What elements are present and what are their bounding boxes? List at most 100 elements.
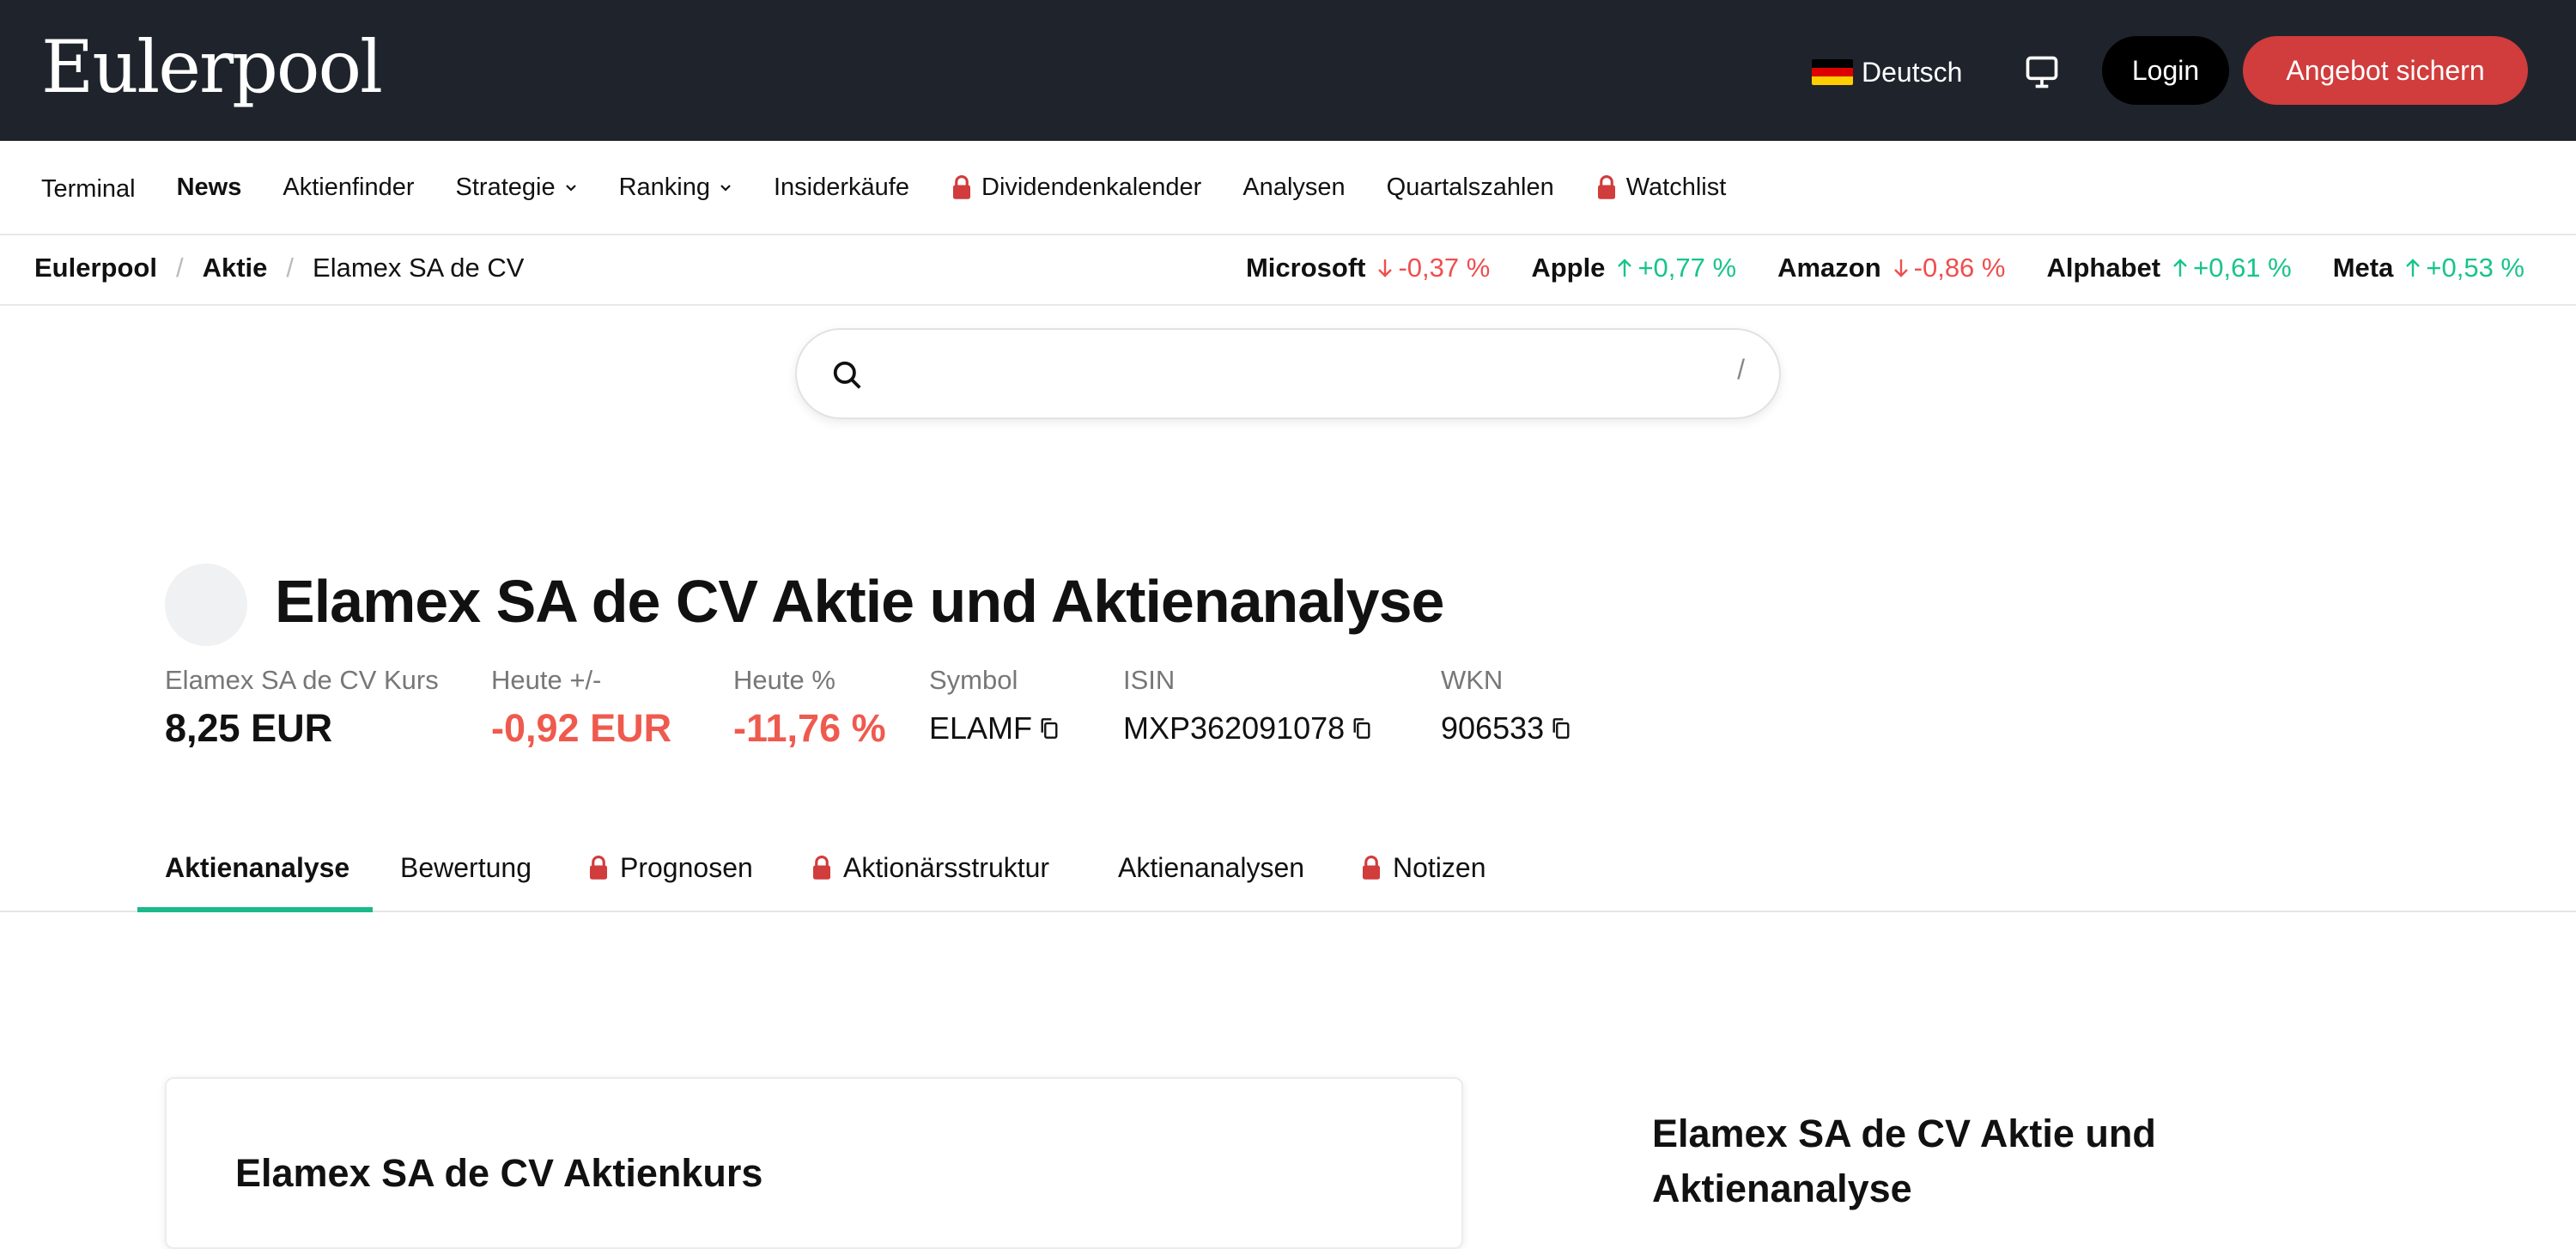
tab-label: Aktienanalyse <box>165 851 350 883</box>
stat-symbol: Symbol ELAMF <box>929 663 1060 752</box>
breadcrumb-item-aktie[interactable]: Aktie <box>203 253 268 283</box>
ticker-change: -0,86 % <box>1892 253 2006 283</box>
ticker-amazon[interactable]: Amazon -0,86 % <box>1777 253 2005 283</box>
lock-icon <box>953 174 970 199</box>
breadcrumb: Eulerpool / Aktie / Elamex SA de CV <box>34 253 524 283</box>
lock-icon <box>813 855 830 880</box>
tab-notizen[interactable]: Notizen <box>1360 825 1486 911</box>
ticker-name: Microsoft <box>1245 253 1366 283</box>
nav-item-analysen[interactable]: Analysen <box>1242 174 1345 202</box>
nav-label: Watchlist <box>1625 173 1727 201</box>
lock-icon <box>590 855 607 880</box>
stat-label: Elamex SA de CV Kurs <box>165 665 439 695</box>
nav-item-aktienfinder[interactable]: Aktienfinder <box>283 174 414 202</box>
breadcrumb-row: Eulerpool / Aktie / Elamex SA de CV Micr… <box>0 235 2576 306</box>
arrow-down-icon <box>1893 259 1908 277</box>
ticker-name: Apple <box>1531 253 1606 283</box>
tab-label: Prognosen <box>620 851 753 883</box>
symbol-value: ELAMF <box>929 710 1033 746</box>
copy-icon[interactable] <box>1551 717 1571 740</box>
nav-label: Insiderkäufe <box>774 173 909 201</box>
tab-aktionaersstruktur[interactable]: Aktionärsstruktur <box>811 825 1049 911</box>
search-icon <box>833 361 861 389</box>
stat-wkn: WKN 906533 <box>1441 663 1571 752</box>
ticker-alphabet[interactable]: Alphabet +0,61 % <box>2046 253 2291 283</box>
ticker-change: -0,37 % <box>1376 253 1490 283</box>
ticker-change-value: -0,37 % <box>1398 253 1491 283</box>
tab-label: Aktienanalysen <box>1118 851 1305 883</box>
search-shortcut-hint: / <box>1737 354 1745 385</box>
company-logo <box>165 564 247 646</box>
stat-label: Heute +/- <box>491 665 602 695</box>
tab-aktienanalyse[interactable]: Aktienanalyse <box>165 825 349 911</box>
chevron-down-icon <box>565 185 576 192</box>
offer-button[interactable]: Angebot sichern <box>2243 36 2528 105</box>
ticker-name: Alphabet <box>2046 253 2161 283</box>
ticker-change-value: +0,77 % <box>1637 253 1737 283</box>
nav-label: News <box>176 173 242 201</box>
search-input[interactable] <box>883 347 1638 402</box>
breadcrumb-item-eulerpool[interactable]: Eulerpool <box>34 253 157 283</box>
nav-item-strategie[interactable]: Strategie <box>456 174 578 202</box>
eulerpool-logo[interactable]: Eulerpool <box>41 24 383 110</box>
stat-label: WKN <box>1441 665 1504 695</box>
copy-icon[interactable] <box>1039 717 1060 740</box>
ticker-change: +0,61 % <box>2171 253 2292 283</box>
tab-aktienanalysen[interactable]: Aktienanalysen <box>1118 825 1304 911</box>
isin-value: MXP362091078 <box>1123 710 1346 746</box>
copy-icon[interactable] <box>1352 717 1372 740</box>
stat-label: Symbol <box>929 665 1018 695</box>
ticker-name: Meta <box>2332 253 2394 283</box>
ticker-change: +0,77 % <box>1615 253 1736 283</box>
ticker-microsoft[interactable]: Microsoft -0,37 % <box>1246 253 1490 283</box>
stat-value: -0,92 EUR <box>491 706 672 750</box>
language-selector[interactable]: Deutsch <box>1812 48 1962 96</box>
nav-item-ranking[interactable]: Ranking <box>619 174 732 202</box>
stock-tabs: Aktienanalyse Bewertung Prognosen Aktion… <box>0 825 2576 912</box>
side-heading: Elamex SA de CV Aktie und Aktienanalyse <box>1652 1112 2156 1210</box>
nav-item-insiderkaeufe[interactable]: Insiderkäufe <box>774 174 909 202</box>
stat-code: 906533 <box>1441 704 1571 752</box>
german-flag-icon <box>1812 59 1853 85</box>
nav-label: Ranking <box>618 173 710 201</box>
arrow-up-icon <box>2406 259 2421 277</box>
monitor-icon[interactable] <box>2023 53 2061 91</box>
lock-icon <box>1363 855 1380 880</box>
chevron-down-icon <box>720 185 731 192</box>
tab-label: Bewertung <box>400 851 532 883</box>
search-bar[interactable]: / <box>795 328 1781 419</box>
tab-bewertung[interactable]: Bewertung <box>400 825 532 911</box>
lock-icon <box>1597 174 1615 199</box>
nav-item-news[interactable]: News <box>177 174 242 202</box>
stat-change: Heute +/- -0,92 EUR <box>491 663 671 752</box>
stat-code: ELAMF <box>929 704 1060 752</box>
nav-label: Aktienfinder <box>283 173 415 201</box>
main-nav: Terminal News Aktienfinder Strategie Ran… <box>0 141 2576 235</box>
wkn-value: 906533 <box>1441 710 1545 746</box>
breadcrumb-separator: / <box>286 253 295 283</box>
nav-item-watchlist[interactable]: Watchlist <box>1595 173 1727 202</box>
stat-isin: ISIN MXP362091078 <box>1123 663 1372 752</box>
tab-prognosen[interactable]: Prognosen <box>587 825 753 911</box>
ticker-change: +0,53 % <box>2403 253 2524 283</box>
nav-item-quartalszahlen[interactable]: Quartalszahlen <box>1387 174 1554 202</box>
page-title: Elamex SA de CV Aktie und Aktienanalyse <box>275 568 1444 635</box>
ticker-apple[interactable]: Apple +0,77 % <box>1531 253 1736 283</box>
arrow-up-icon <box>2173 259 2187 277</box>
stat-percent: Heute % -11,76 % <box>733 663 886 752</box>
ticker-change-value: +0,61 % <box>2193 253 2292 283</box>
nav-item-dividendenkalender[interactable]: Dividendenkalender <box>951 174 1201 202</box>
nav-label: Terminal <box>41 174 136 203</box>
card-title: Elamex SA de CV Aktienkurs <box>235 1151 763 1195</box>
nav-label: Strategie <box>455 173 556 201</box>
ticker-change-value: -0,86 % <box>1913 253 2006 283</box>
nav-item-terminal[interactable]: Terminal <box>41 175 136 204</box>
price-chart-card: Elamex SA de CV Aktienkurs <box>165 1077 1463 1249</box>
stat-value: -11,76 % <box>733 706 886 750</box>
stat-price: Elamex SA de CV Kurs 8,25 EUR <box>165 663 439 752</box>
breadcrumb-separator: / <box>175 253 184 283</box>
ticker-meta[interactable]: Meta +0,53 % <box>2333 253 2524 283</box>
stat-label: ISIN <box>1123 665 1176 695</box>
breadcrumb-item-current: Elamex SA de CV <box>313 253 525 283</box>
login-button[interactable]: Login <box>2102 36 2229 105</box>
